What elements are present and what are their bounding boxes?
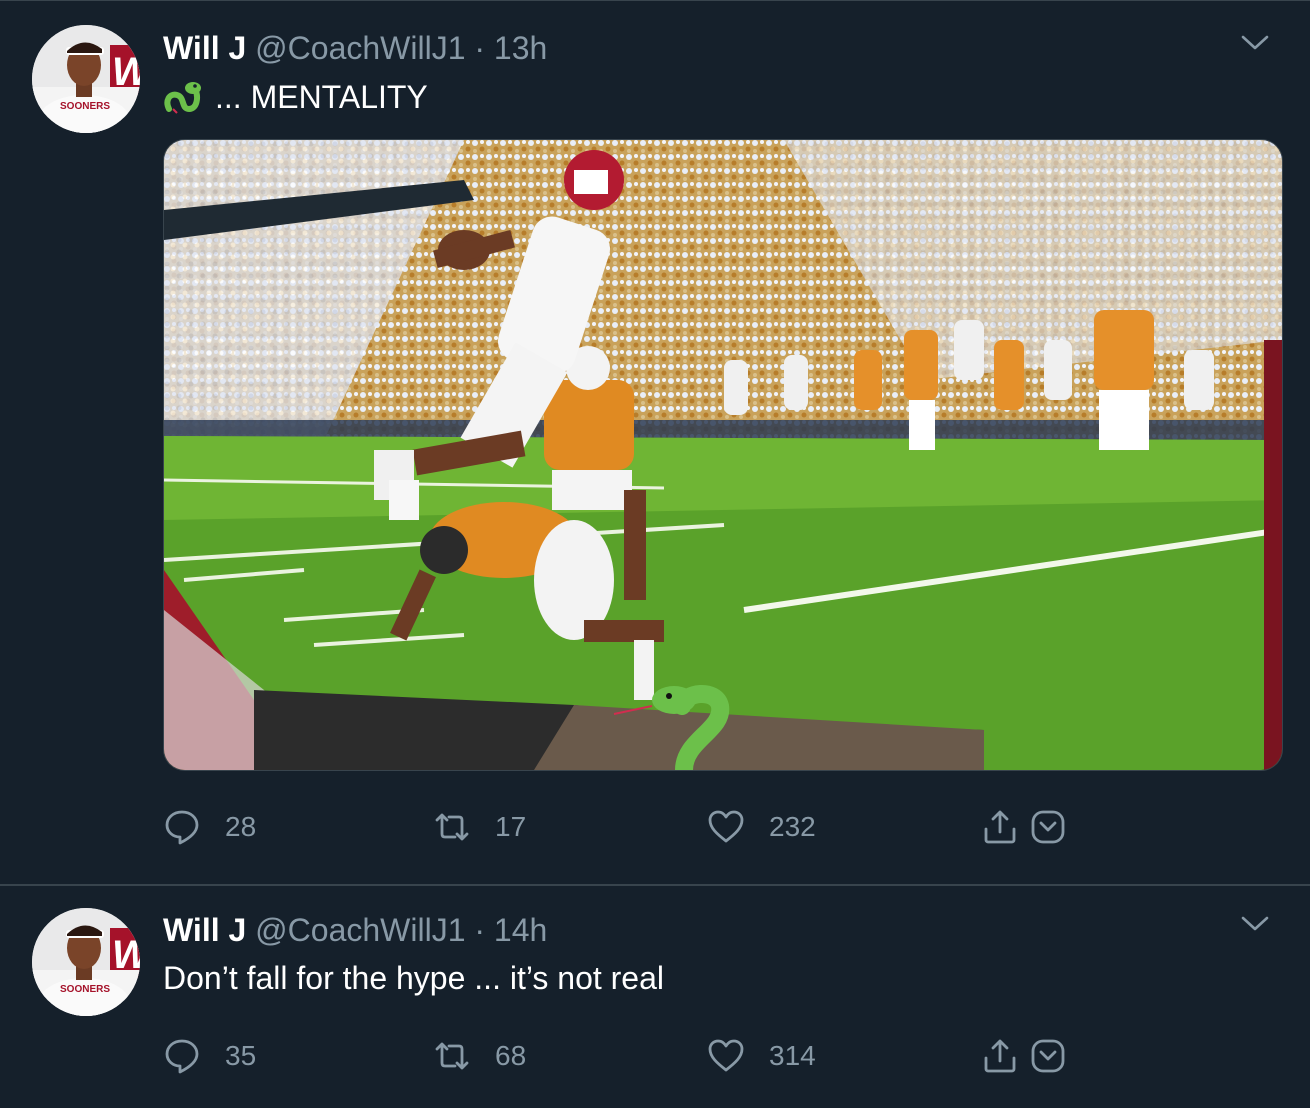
like-button[interactable]: 314	[707, 1036, 816, 1076]
tweet-actions: 28 17 232	[163, 807, 1083, 847]
like-count: 314	[769, 1040, 816, 1071]
tweet-text: ... MENTALITY	[163, 77, 428, 117]
retweet-icon	[435, 813, 469, 841]
svg-text:SOONERS: SOONERS	[60, 101, 110, 112]
retweet-button[interactable]: 68	[433, 1036, 526, 1076]
author-handle[interactable]: @CoachWillJ1	[255, 30, 465, 66]
share-button[interactable]	[981, 1036, 1067, 1076]
avatar-image: W SOONERS	[32, 25, 140, 133]
heart-icon	[708, 1039, 744, 1072]
tweet-header: Will J @CoachWillJ1 · 13h	[163, 28, 547, 68]
heart-icon	[708, 810, 744, 843]
reply-count: 35	[225, 1040, 257, 1071]
avatar[interactable]: W SOONERS	[32, 25, 140, 133]
tweet-actions: 35 68 314	[163, 1036, 1083, 1076]
author-name[interactable]: Will J	[163, 912, 246, 948]
tweet[interactable]: W SOONERS Will J @CoachWillJ1 · 14h Don’…	[0, 886, 1310, 1108]
author-name[interactable]: Will J	[163, 30, 246, 66]
avatar-image: W SOONERS	[32, 908, 140, 1016]
avatar[interactable]: W SOONERS	[32, 908, 140, 1016]
reply-icon	[165, 810, 199, 845]
bookmark-icon[interactable]	[1029, 1037, 1067, 1075]
football-photo	[164, 140, 1282, 770]
bookmark-icon[interactable]	[1029, 808, 1067, 846]
retweet-count: 68	[495, 1040, 527, 1071]
reply-button[interactable]: 35	[163, 1036, 256, 1076]
separator: ·	[474, 912, 486, 948]
tweet-text-content: ... MENTALITY	[215, 79, 428, 115]
snake-icon	[164, 82, 201, 114]
author-handle[interactable]: @CoachWillJ1	[255, 912, 465, 948]
separator: ·	[474, 30, 486, 66]
tweet-media-photo[interactable]	[163, 139, 1283, 771]
reply-button[interactable]: 28	[163, 807, 256, 847]
tweet-header: Will J @CoachWillJ1 · 14h	[163, 910, 547, 950]
retweet-count: 17	[495, 811, 527, 842]
retweet-button[interactable]: 17	[433, 807, 526, 847]
tweet[interactable]: W SOONERS Will J @CoachWillJ1 · 13h ... …	[0, 0, 1310, 885]
timestamp[interactable]: 14h	[494, 912, 547, 948]
reply-count: 28	[225, 811, 257, 842]
retweet-icon	[435, 1042, 469, 1070]
like-button[interactable]: 232	[707, 807, 816, 847]
svg-text:SOONERS: SOONERS	[60, 984, 110, 995]
timestamp[interactable]: 13h	[494, 30, 547, 66]
tweet-text: Don’t fall for the hype ... it’s not rea…	[163, 960, 664, 996]
like-count: 232	[769, 811, 816, 842]
chevron-down-icon[interactable]	[1240, 33, 1270, 53]
reply-icon	[165, 1039, 199, 1074]
share-icon	[984, 1039, 1016, 1073]
share-icon	[984, 810, 1016, 844]
share-button[interactable]	[981, 807, 1067, 847]
chevron-down-icon[interactable]	[1240, 914, 1270, 934]
